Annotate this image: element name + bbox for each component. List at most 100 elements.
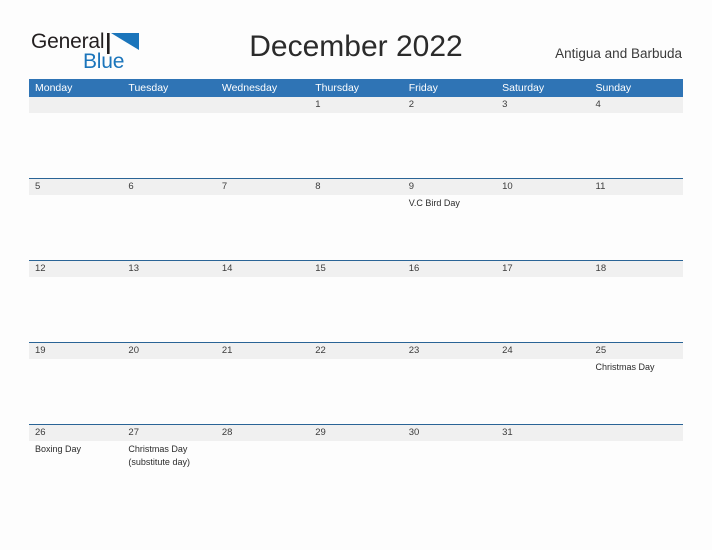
day-cell[interactable]: 30 <box>402 425 497 506</box>
day-event-label: Boxing Day <box>35 444 82 454</box>
day-event-label: Christmas Day (substitute day) <box>128 444 190 467</box>
day-cell[interactable]: 20 <box>122 343 216 424</box>
day-cell[interactable] <box>122 97 216 178</box>
day-number: 30 <box>408 427 420 438</box>
day-number-band <box>215 97 310 113</box>
day-cell[interactable]: 12 <box>29 261 123 342</box>
day-cell[interactable]: 6 <box>122 179 216 260</box>
day-number: 7 <box>221 181 228 192</box>
day-cell[interactable] <box>29 97 123 178</box>
day-number: 20 <box>128 345 139 356</box>
day-number: 11 <box>595 181 606 192</box>
day-number: 1 <box>315 99 321 110</box>
day-cell[interactable]: 5 <box>29 179 123 260</box>
day-number: 19 <box>35 345 46 356</box>
day-number: 9 <box>408 181 414 192</box>
day-cell[interactable]: 23 <box>402 343 497 424</box>
day-event-label: Christmas Day <box>595 362 655 372</box>
calendar-week-row: 1 2 3 4 <box>29 97 683 178</box>
calendar-week-row: 19 20 21 22 23 24 25 Christmas Day <box>29 342 683 424</box>
day-cell[interactable]: 13 <box>122 261 216 342</box>
day-number: 18 <box>595 263 607 274</box>
day-number: 14 <box>221 263 233 274</box>
day-cell[interactable]: 29 <box>309 425 403 506</box>
day-cell[interactable]: 28 <box>215 425 310 506</box>
day-cell[interactable]: 17 <box>496 261 590 342</box>
day-number: 10 <box>502 181 513 192</box>
day-number-band <box>309 97 403 113</box>
day-cell[interactable]: 21 <box>215 343 310 424</box>
day-number: 27 <box>128 427 139 438</box>
day-number: 2 <box>408 99 414 110</box>
day-number-band <box>215 179 310 195</box>
day-cell[interactable]: 3 <box>496 97 590 178</box>
day-number: 17 <box>502 263 513 274</box>
day-number-band <box>29 179 123 195</box>
day-number: 12 <box>35 263 46 274</box>
day-number-band <box>496 97 590 113</box>
weekday-wednesday: Wednesday <box>221 82 278 94</box>
page-header: General Blue December 2022 Antigua and B… <box>0 0 712 78</box>
weekday-friday: Friday <box>408 82 438 94</box>
day-number: 22 <box>315 345 326 356</box>
day-cell[interactable]: 18 <box>589 261 683 342</box>
day-number: 24 <box>502 345 513 356</box>
day-cell[interactable]: 25 Christmas Day <box>589 343 683 424</box>
day-number: 4 <box>595 99 601 110</box>
calendar-week-row: 26 Boxing Day 27 Christmas Day (substitute… <box>29 424 683 506</box>
day-number-band <box>309 179 403 195</box>
day-cell[interactable]: 22 <box>309 343 403 424</box>
day-number-band <box>589 425 683 441</box>
day-number: 16 <box>408 263 420 274</box>
day-cell[interactable]: 4 <box>589 97 683 178</box>
day-number: 13 <box>128 263 139 274</box>
day-cell[interactable]: 10 <box>496 179 590 260</box>
day-cell[interactable]: 9 V.C Bird Day <box>402 179 497 260</box>
day-cell[interactable] <box>589 425 683 506</box>
day-number: 21 <box>221 345 233 356</box>
day-number: 28 <box>221 427 233 438</box>
day-number-band <box>589 97 683 113</box>
weekday-tuesday: Tuesday <box>128 82 169 94</box>
day-cell[interactable]: 7 <box>215 179 310 260</box>
day-number: 5 <box>35 181 41 192</box>
calendar-page: General Blue December 2022 Antigua and B… <box>0 0 712 550</box>
day-number-band <box>29 97 123 113</box>
day-cell[interactable]: 14 <box>215 261 310 342</box>
day-number-band <box>402 179 497 195</box>
day-number-band <box>402 97 497 113</box>
day-cell[interactable]: 2 <box>402 97 497 178</box>
weekday-thursday: Thursday <box>315 82 360 94</box>
day-cell[interactable]: 19 <box>29 343 123 424</box>
day-cell[interactable]: 26 Boxing Day <box>29 425 123 506</box>
day-number: 26 <box>35 427 46 438</box>
calendar-week-row: 12 13 14 15 16 17 18 <box>29 260 683 342</box>
weekday-saturday: Saturday <box>502 82 545 94</box>
day-cell[interactable]: 8 <box>309 179 403 260</box>
day-number: 25 <box>595 345 607 356</box>
day-number: 31 <box>502 427 513 438</box>
weekday-monday: Monday <box>35 82 73 94</box>
day-number: 8 <box>315 181 321 192</box>
day-number: 3 <box>502 99 508 110</box>
day-cell[interactable]: 31 <box>496 425 590 506</box>
calendar-weekday-header: Monday Tuesday Wednesday Thursday Friday… <box>29 79 683 97</box>
day-cell[interactable]: 24 <box>496 343 590 424</box>
day-cell[interactable]: 15 <box>309 261 403 342</box>
day-number-band <box>122 179 216 195</box>
day-number: 29 <box>315 427 326 438</box>
calendar-grid: Monday Tuesday Wednesday Thursday Friday… <box>29 79 683 506</box>
day-cell[interactable]: 11 <box>589 179 683 260</box>
calendar-week-row: 5 6 7 8 9 V.C Bird Day 10 11 <box>29 178 683 260</box>
day-number: 15 <box>315 263 326 274</box>
day-event-label: V.C Bird Day <box>408 198 460 208</box>
day-cell[interactable]: 16 <box>402 261 497 342</box>
day-number: 23 <box>408 345 420 356</box>
weekday-sunday: Sunday <box>595 82 632 94</box>
day-cell[interactable]: 27 Christmas Day (substitute day) <box>122 425 216 506</box>
country-label: Antigua and Barbuda <box>555 46 682 61</box>
day-cell[interactable]: 1 <box>309 97 403 178</box>
day-number: 6 <box>128 181 134 192</box>
day-cell[interactable] <box>215 97 310 178</box>
day-number-band <box>122 97 216 113</box>
